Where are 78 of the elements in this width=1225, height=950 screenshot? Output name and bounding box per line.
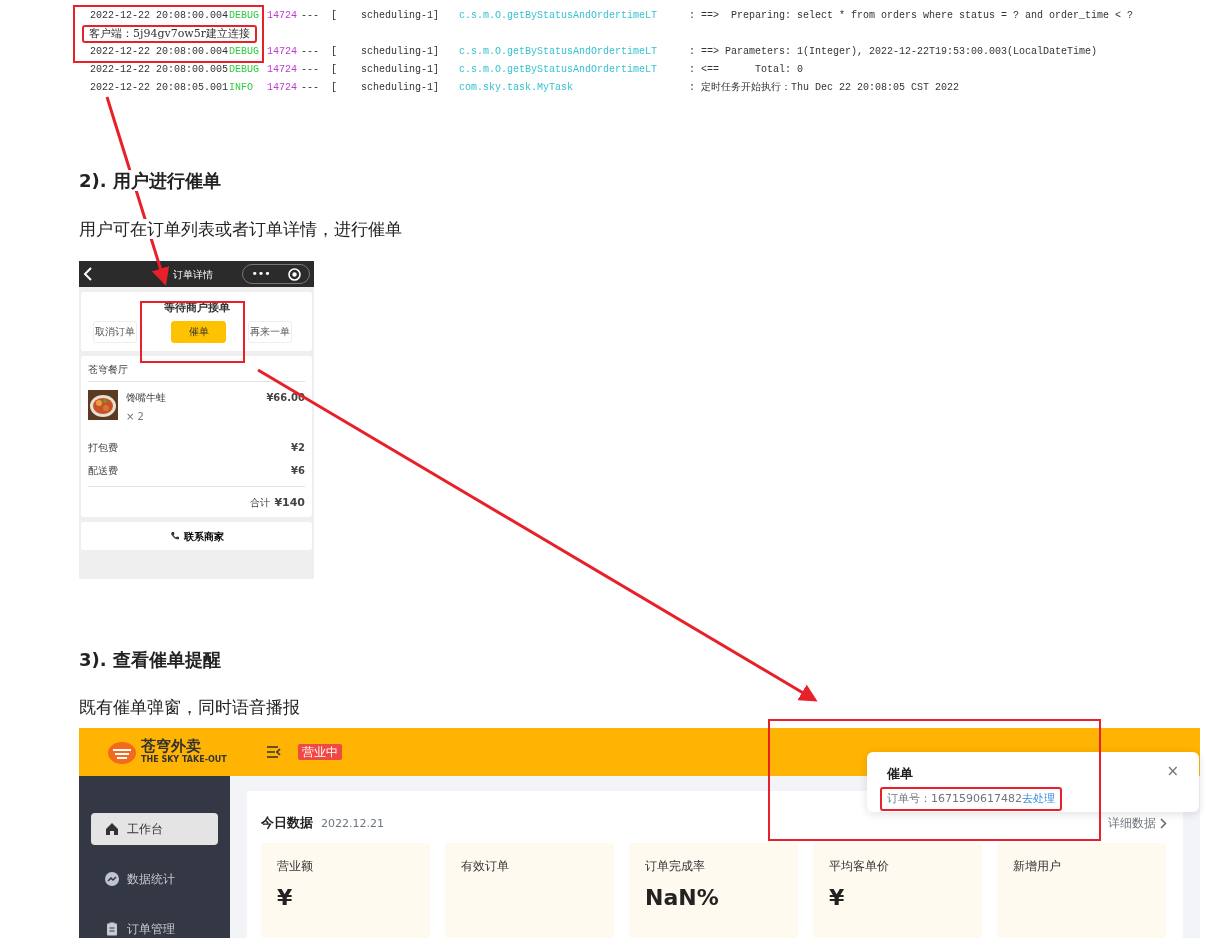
dish-name: 馋嘴牛蛙: [126, 390, 166, 405]
log-separator: ---: [301, 9, 320, 23]
process-id: 14724: [267, 9, 298, 23]
log-timestamp: 2022-12-22 20:08:05.001: [90, 81, 229, 95]
logo-subtitle: THE SKY TAKE-OUT: [141, 754, 227, 766]
logger-name: c.s.m.O.getByStatusAndOrdertimeLT: [459, 63, 659, 77]
section-heading: 3). 查看催单提醒: [79, 648, 222, 672]
thread-name: [ scheduling-1]: [331, 9, 441, 23]
log-separator: ---: [301, 45, 320, 59]
notification-title: 催单: [887, 765, 913, 783]
fee-value: ¥2: [291, 440, 305, 455]
log-timestamp: 2022-12-22 20:08:00.004: [90, 45, 229, 59]
back-icon[interactable]: [83, 267, 93, 281]
log-timestamp: 2022-12-22 20:08:00.005: [90, 63, 229, 77]
stat-label: 新增用户: [1013, 857, 1062, 875]
stat-label: 订单完成率: [645, 857, 706, 875]
fee-label: 配送费: [88, 463, 118, 478]
process-id: 14724: [267, 81, 298, 95]
menu-icon[interactable]: [266, 746, 281, 758]
log-message: : 定时任务开始执行：Thu Dec 22 20:08:05 CST 2022: [689, 80, 960, 95]
thread-name: [ scheduling-1]: [331, 63, 441, 77]
shop-status-badge: 营业中: [297, 744, 342, 760]
section-heading: 2). 用户进行催单: [79, 170, 221, 191]
sidebar-item[interactable]: 数据统计: [91, 863, 218, 895]
more-icon[interactable]: •••: [251, 265, 271, 283]
restaurant-name: 苍穹餐厅: [88, 361, 305, 382]
phone-icon: [169, 531, 180, 541]
details-link[interactable]: 详细数据: [1108, 814, 1167, 832]
log-message: 客户端：5j94gv7ow5r建立连接: [82, 25, 257, 43]
logger-name: c.s.m.O.getByStatusAndOrdertimeLT: [459, 9, 659, 23]
sidebar-item[interactable]: 工作台: [91, 813, 218, 845]
fee-value: ¥6: [291, 463, 305, 478]
paragraph: 既有催单弹窗，同时语音播报: [79, 696, 301, 719]
log-level: DEBUG: [229, 9, 260, 23]
logo-icon: [107, 739, 137, 765]
close-button[interactable]: ×: [1166, 764, 1179, 784]
panel-date: 2022.12.21: [321, 816, 384, 832]
logger-name: com.sky.task.MyTask: [459, 81, 575, 95]
home-icon: [105, 822, 119, 836]
paragraph: 用户可在订单列表或者订单详情，进行催单: [79, 219, 402, 239]
logger-name: c.s.m.O.getByStatusAndOrdertimeLT: [459, 45, 659, 59]
stat-label: 营业额: [277, 857, 314, 875]
action-button[interactable]: 再来一单: [248, 320, 292, 343]
logo-text: 苍穹外卖: [141, 738, 202, 754]
stat-label: 平均客单价: [829, 857, 890, 875]
fee-label: 打包费: [88, 440, 118, 455]
log-separator: ---: [301, 63, 320, 77]
dish-price: ¥66.00: [266, 390, 305, 405]
total-value: ¥140: [274, 494, 305, 511]
log-level: DEBUG: [229, 45, 260, 59]
chart-icon: [105, 872, 119, 886]
dish-quantity: × 2: [126, 409, 145, 424]
thread-name: [ scheduling-1]: [331, 81, 441, 95]
notification-text: 订单号：1671590617482去处理: [880, 786, 1062, 811]
log-level: DEBUG: [229, 63, 260, 77]
thread-name: [ scheduling-1]: [331, 45, 441, 59]
total-label: 合计: [250, 495, 271, 510]
log-message: : ==> Preparing: select * from orders where status = ? and order_time < ?: [689, 9, 1134, 23]
stat-value: ¥: [277, 883, 294, 912]
action-button[interactable]: 取消订单: [93, 320, 137, 343]
panel-title: 今日数据: [261, 814, 313, 832]
action-button[interactable]: 催单: [171, 320, 226, 343]
screen-title: 订单详情: [173, 267, 213, 282]
contact-button[interactable]: 联系商家: [81, 522, 312, 550]
log-message: : ==> Parameters: 1(Integer), 2022-12-22T19:53:00.003(LocalDateTime): [689, 45, 1098, 59]
stat-label: 有效订单: [461, 857, 510, 875]
process-id: 14724: [267, 63, 298, 77]
process-id: 14724: [267, 45, 298, 59]
process-link[interactable]: 去处理: [1022, 791, 1055, 805]
close-target-icon[interactable]: [287, 267, 301, 281]
log-level: INFO: [229, 81, 254, 95]
log-timestamp: 2022-12-22 20:08:00.004: [90, 9, 229, 23]
log-message: : <== Total: 0: [689, 63, 804, 77]
sidebar-item[interactable]: 订单管理: [91, 913, 218, 938]
stat-value: ¥: [829, 883, 846, 912]
log-separator: ---: [301, 81, 320, 95]
chevron-icon: [1160, 817, 1167, 829]
stat-value: NaN%: [645, 883, 720, 912]
